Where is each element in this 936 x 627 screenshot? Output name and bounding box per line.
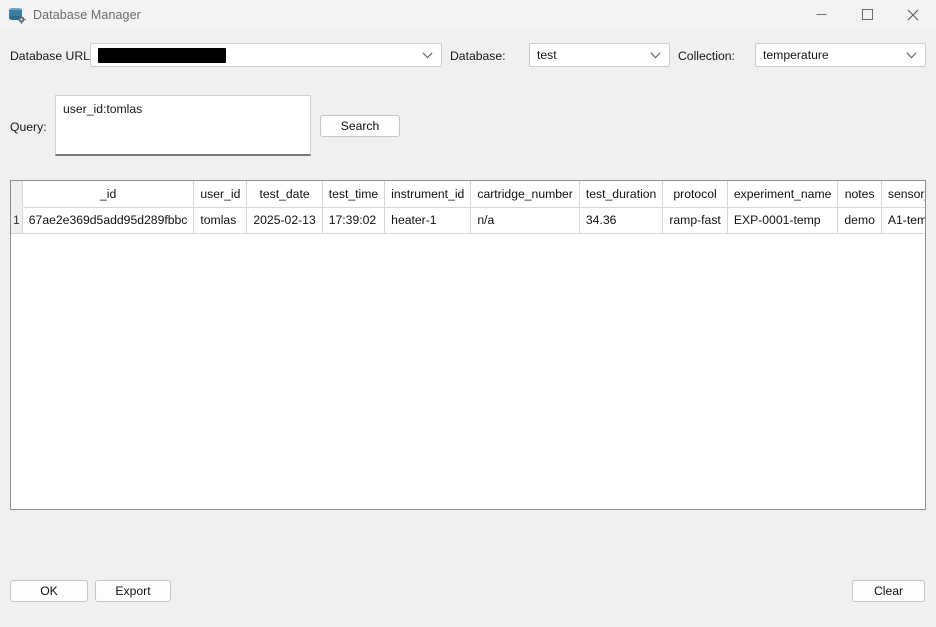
database-combobox[interactable]: test [529, 43, 670, 67]
cell-notes[interactable]: demo [838, 207, 882, 233]
column-header-protocol[interactable]: protocol [663, 181, 727, 207]
table-header-row: _id user_id test_date test_time instrume… [11, 181, 926, 207]
cell-test_time[interactable]: 17:39:02 [322, 207, 384, 233]
window-controls [798, 0, 936, 29]
database-label: Database: [450, 49, 506, 63]
collection-label: Collection: [678, 49, 735, 63]
collection-combobox[interactable]: temperature [755, 43, 926, 67]
close-button[interactable] [890, 0, 936, 29]
row-number: 1 [11, 207, 22, 233]
chevron-down-icon [906, 52, 917, 59]
chevron-down-icon [422, 52, 433, 59]
cell-protocol[interactable]: ramp-fast [663, 207, 727, 233]
column-header-test_duration[interactable]: test_duration [579, 181, 662, 207]
clear-button[interactable]: Clear [852, 580, 925, 602]
database-gear-icon [9, 7, 25, 23]
cell-sensor_type[interactable]: A1-temp [881, 207, 926, 233]
column-header-experiment_name[interactable]: experiment_name [727, 181, 838, 207]
search-button[interactable]: Search [320, 115, 400, 137]
maximize-icon [862, 9, 873, 20]
gear-icon [17, 15, 26, 24]
minimize-icon [816, 9, 827, 20]
export-button[interactable]: Export [95, 580, 171, 602]
database-url-combobox[interactable]: ██████████████████████████ [90, 43, 442, 67]
database-url-label: Database URL: [10, 49, 93, 63]
column-header-instrument_id[interactable]: instrument_id [385, 181, 471, 207]
cell-user_id[interactable]: tomlas [194, 207, 247, 233]
column-header-test_time[interactable]: test_time [322, 181, 384, 207]
row-number-header [11, 181, 22, 207]
query-input[interactable]: user_id:tomlas [55, 95, 311, 156]
query-label: Query: [10, 120, 47, 134]
table-row[interactable]: 1 67ae2e369d5add95d289fbbc tomlas 2025-0… [11, 207, 926, 233]
cell-instrument_id[interactable]: heater-1 [385, 207, 471, 233]
results-grid: _id user_id test_date test_time instrume… [11, 181, 926, 234]
cell-test_duration[interactable]: 34.36 [579, 207, 662, 233]
cell-experiment_name[interactable]: EXP-0001-temp [727, 207, 838, 233]
title-bar: Database Manager [0, 0, 936, 29]
column-header-test_date[interactable]: test_date [247, 181, 322, 207]
cell-_id[interactable]: 67ae2e369d5add95d289fbbc [22, 207, 194, 233]
column-header-_id[interactable]: _id [22, 181, 194, 207]
close-icon [907, 9, 919, 21]
collection-value: temperature [763, 48, 829, 62]
column-header-sensor_type[interactable]: sensor_type [881, 181, 926, 207]
cell-cartridge_number[interactable]: n/a [471, 207, 580, 233]
ok-button[interactable]: OK [10, 580, 88, 602]
window-title: Database Manager [33, 8, 141, 22]
chevron-down-icon [650, 52, 661, 59]
column-header-notes[interactable]: notes [838, 181, 882, 207]
database-value: test [537, 48, 557, 62]
cell-test_date[interactable]: 2025-02-13 [247, 207, 322, 233]
minimize-button[interactable] [798, 0, 844, 29]
database-url-value: ██████████████████████████ [98, 48, 226, 63]
column-header-cartridge_number[interactable]: cartridge_number [471, 181, 580, 207]
maximize-button[interactable] [844, 0, 890, 29]
column-header-user_id[interactable]: user_id [194, 181, 247, 207]
results-table[interactable]: _id user_id test_date test_time instrume… [10, 180, 926, 510]
